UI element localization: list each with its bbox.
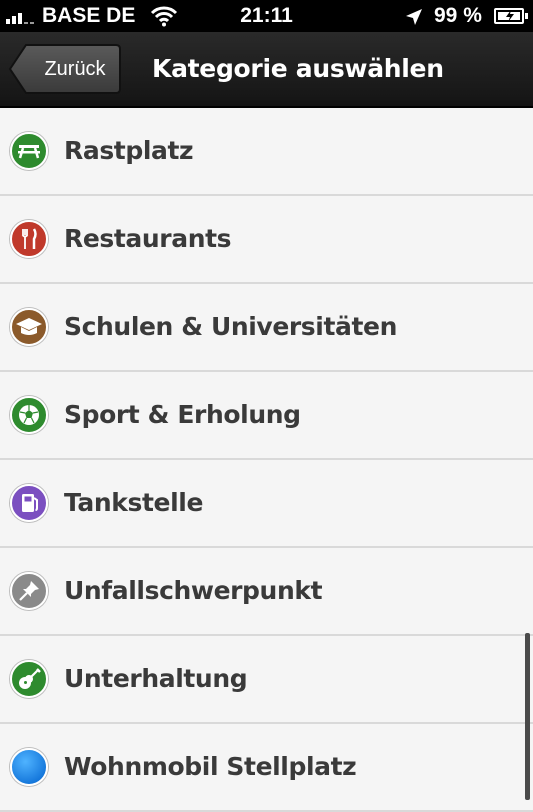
list-item-sport[interactable]: Sport & Erholung xyxy=(0,372,533,460)
navigation-bar: Zurück Kategorie auswählen xyxy=(0,32,533,108)
back-button[interactable]: Zurück xyxy=(8,43,122,95)
fork-knife-icon xyxy=(10,220,48,258)
list-item-label: Restaurants xyxy=(64,224,232,253)
scrollbar[interactable] xyxy=(525,633,530,800)
back-button-label: Zurück xyxy=(44,58,106,80)
list-item-label: Schulen & Universitäten xyxy=(64,312,397,341)
list-item-label: Unterhaltung xyxy=(64,664,248,693)
category-list: Rastplatz Restaurants Schulen & Universi… xyxy=(0,108,533,812)
pin-icon xyxy=(10,572,48,610)
location-arrow-icon xyxy=(406,9,422,25)
graduation-cap-icon xyxy=(10,308,48,346)
list-item-unfallschwerpunkt[interactable]: Unfallschwerpunkt xyxy=(0,548,533,636)
battery-icon xyxy=(494,8,528,24)
guitar-icon xyxy=(10,660,48,698)
list-item-schulen[interactable]: Schulen & Universitäten xyxy=(0,284,533,372)
list-item-label: Unfallschwerpunkt xyxy=(64,576,323,605)
list-item-wohnmobil[interactable]: Wohnmobil Stellplatz xyxy=(0,724,533,812)
list-item-rastplatz[interactable]: Rastplatz xyxy=(0,108,533,196)
status-bar: BASE DE 21:11 99 % xyxy=(0,0,533,32)
list-item-restaurants[interactable]: Restaurants xyxy=(0,196,533,284)
picnic-table-icon xyxy=(10,132,48,170)
page-title: Kategorie auswählen xyxy=(152,54,444,83)
fuel-pump-icon xyxy=(10,484,48,522)
list-item-label: Sport & Erholung xyxy=(64,400,301,429)
blue-dot-icon xyxy=(10,748,48,786)
list-item-tankstelle[interactable]: Tankstelle xyxy=(0,460,533,548)
list-item-label: Wohnmobil Stellplatz xyxy=(64,752,357,781)
list-item-unterhaltung[interactable]: Unterhaltung xyxy=(0,636,533,724)
battery-percent: 99 % xyxy=(434,4,482,27)
list-item-label: Tankstelle xyxy=(64,488,204,517)
list-item-label: Rastplatz xyxy=(64,136,194,165)
soccer-ball-icon xyxy=(10,396,48,434)
